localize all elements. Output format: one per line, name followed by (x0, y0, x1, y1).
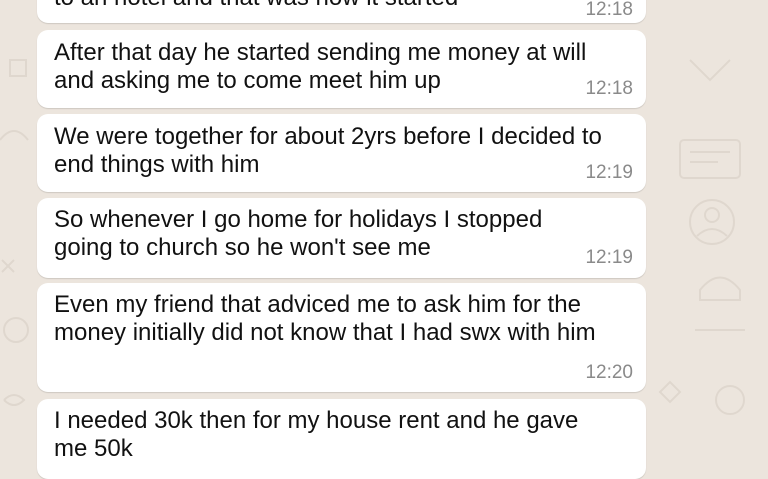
message-bubble[interactable]: We were together for about 2yrs before I… (37, 114, 646, 192)
message-text: We were together for about 2yrs before I… (54, 123, 602, 178)
message-text: After that day he started sending me mon… (54, 39, 587, 94)
message-timestamp: 12:18 (585, 0, 633, 20)
message-bubble[interactable]: I needed 30k then for my house rent and … (37, 399, 646, 479)
message-timestamp: 12:19 (585, 247, 633, 268)
message-timestamp: 12:18 (585, 78, 633, 99)
chat-message-list[interactable]: to an hotel and that was how it started … (0, 0, 768, 479)
message-bubble[interactable]: After that day he started sending me mon… (37, 30, 646, 108)
message-bubble[interactable]: So whenever I go home for holidays I sto… (37, 198, 646, 278)
message-text: Even my friend that adviced me to ask hi… (54, 291, 596, 346)
message-bubble[interactable]: to an hotel and that was how it started … (37, 0, 646, 23)
message-timestamp: 12:20 (585, 362, 633, 383)
message-text: to an hotel and that was how it started (54, 0, 632, 12)
message-timestamp: 12:19 (585, 162, 633, 183)
message-text: So whenever I go home for holidays I sto… (54, 206, 543, 261)
message-bubble[interactable]: Even my friend that adviced me to ask hi… (37, 283, 646, 392)
message-text: I needed 30k then for my house rent and … (54, 407, 579, 462)
